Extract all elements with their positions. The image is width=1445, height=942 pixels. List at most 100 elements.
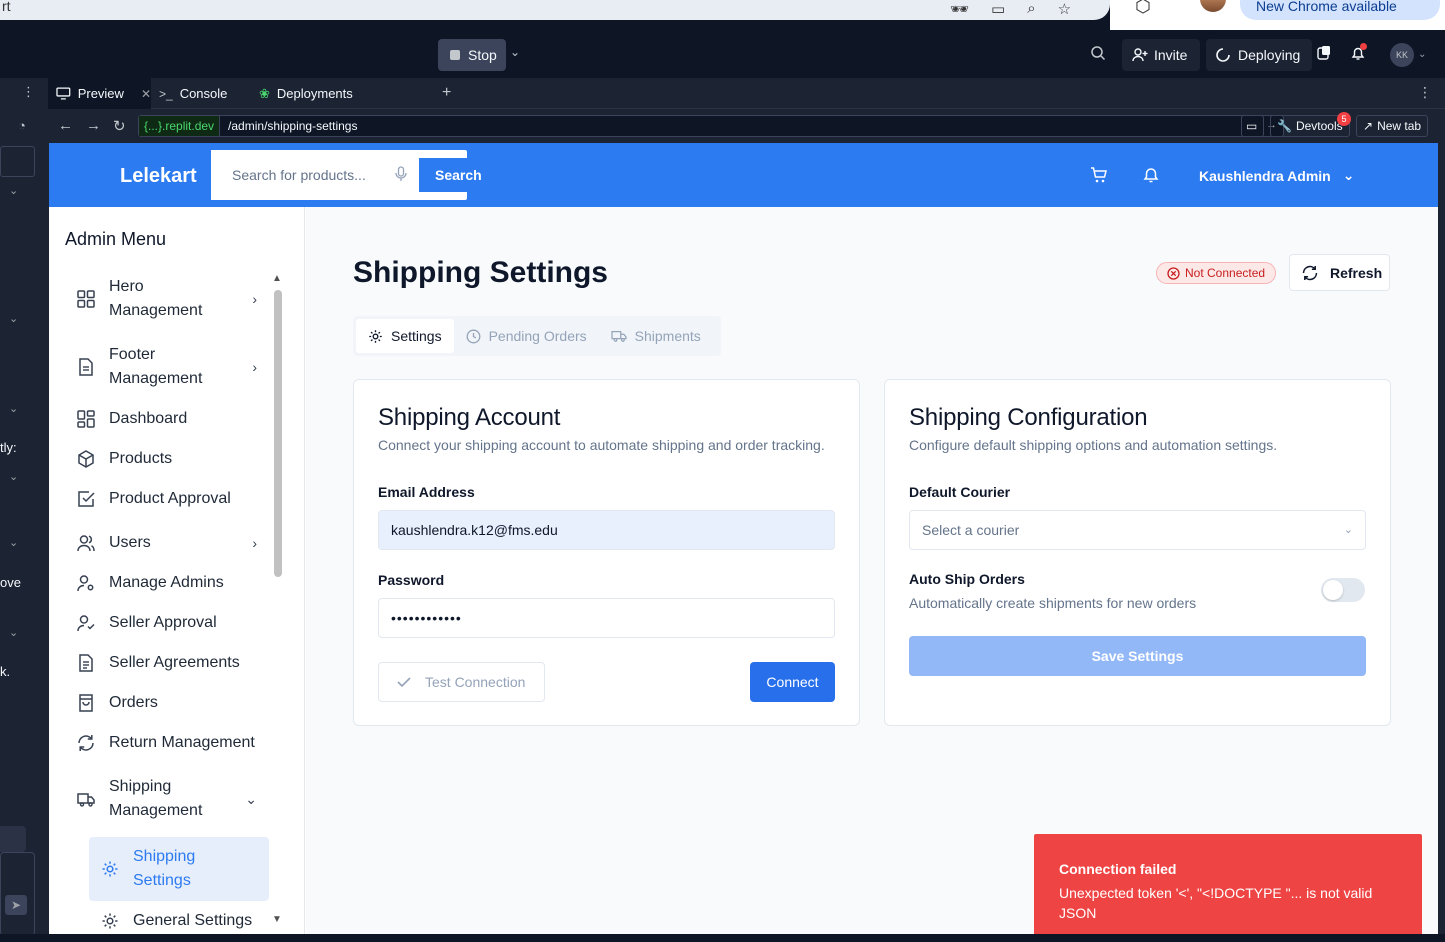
scroll-up-arrow[interactable]: ▲ <box>272 273 282 284</box>
new-chrome-label: New Chrome available <box>1256 0 1397 14</box>
sidebar-item-dashboard[interactable]: Dashboard <box>65 401 269 437</box>
user-avatar[interactable]: KK <box>1390 43 1414 67</box>
user-menu[interactable]: Kaushlendra Admin ⌄ <box>1199 167 1354 184</box>
tab-deployments[interactable]: ❀ Deployments <box>251 78 381 109</box>
close-icon[interactable]: ✕ <box>141 87 151 101</box>
password-field[interactable]: •••••••••••• <box>378 598 835 638</box>
url-path: /admin/shipping-settings <box>228 119 358 133</box>
refresh-label: Refresh <box>1330 264 1383 281</box>
url-domain: {...}.replit.dev <box>139 116 221 136</box>
cast-icon[interactable]: ▭ <box>991 0 1005 18</box>
incognito-icon[interactable]: 🕶 <box>950 0 969 18</box>
password-label: Password <box>378 572 445 588</box>
tab-shipments[interactable]: Shipments <box>599 319 713 353</box>
sidebar-item-orders[interactable]: Orders <box>65 685 269 721</box>
email-field[interactable]: kaushlendra.k12@fms.edu <box>378 510 835 550</box>
replit-top-bar: Stop ⌄ Invite Deploying KK ⌄ <box>0 30 1445 78</box>
new-tab-label: New tab <box>1377 119 1422 133</box>
microphone-icon[interactable] <box>395 166 407 187</box>
sidebar-scrollbar[interactable] <box>274 290 282 577</box>
card-description: Configure default shipping options and a… <box>909 437 1278 453</box>
chevron-down-icon: ⌄ <box>1343 524 1353 536</box>
test-connection-button[interactable]: Test Connection <box>378 662 545 702</box>
chevron-down-icon[interactable]: ⌄ <box>1418 49 1426 60</box>
rail-text: ove <box>0 575 21 590</box>
tab-preview[interactable]: Preview ✕ <box>48 78 151 109</box>
send-icon[interactable]: ➤ <box>5 895 27 915</box>
address-bar[interactable]: rt <box>0 0 1110 20</box>
sidebar-item-users[interactable]: Users › <box>65 525 269 561</box>
zoom-icon[interactable]: ⌕ <box>1027 0 1035 18</box>
courier-select[interactable]: Select a courier ⌄ <box>909 510 1366 550</box>
more-vertical-icon[interactable]: ⋮ <box>1418 84 1432 101</box>
new-tab-button[interactable]: ↗ New tab <box>1356 115 1429 137</box>
tab-settings[interactable]: Settings <box>356 319 454 353</box>
notifications-bell-icon[interactable] <box>1350 43 1367 66</box>
tab-pending-orders[interactable]: Pending Orders <box>454 319 599 353</box>
chevron-down-icon[interactable]: ⌄ <box>9 470 18 483</box>
search-button[interactable]: Search <box>419 158 482 192</box>
sidebar-item-shipping-settings[interactable]: Shipping Settings <box>89 837 269 901</box>
auto-ship-toggle[interactable] <box>1321 578 1365 602</box>
connect-button[interactable]: Connect <box>750 662 835 702</box>
external-link-icon: ↗ <box>1363 119 1374 133</box>
cart-icon[interactable] <box>1090 166 1108 189</box>
copy-icon[interactable] <box>1316 45 1332 66</box>
tab-label: Pending Orders <box>488 328 587 344</box>
chat-input[interactable] <box>0 852 35 936</box>
bell-icon[interactable] <box>1143 166 1159 189</box>
chevron-down-icon[interactable]: ⌄ <box>9 626 18 639</box>
sidebar-item-return-management[interactable]: Return Management <box>65 725 269 761</box>
more-vertical-icon[interactable]: ⋮ <box>22 84 35 100</box>
reload-icon[interactable]: ↻ <box>113 117 126 135</box>
bookmark-star-icon[interactable]: ☆ <box>1058 0 1071 18</box>
extensions-icon[interactable]: ⬡ <box>1135 0 1151 17</box>
sidebar-item-seller-agreements[interactable]: Seller Agreements <box>65 645 269 681</box>
sidebar-item-general-settings[interactable]: General Settings <box>89 903 269 934</box>
side-input[interactable] <box>0 146 35 177</box>
add-tab-icon[interactable]: + <box>442 84 451 102</box>
courier-select-value: Select a courier <box>922 522 1020 538</box>
scroll-down-arrow[interactable]: ▼ <box>272 914 282 925</box>
sidebar-item-shipping-management[interactable]: Shipping Management ⌄ <box>65 769 269 829</box>
file-text-icon <box>79 654 93 672</box>
chevron-down-icon[interactable]: ⌄ <box>9 402 18 415</box>
toast-title: Connection failed <box>1059 861 1177 877</box>
sidebar-item-manage-admins[interactable]: Manage Admins <box>65 565 269 601</box>
courier-label: Default Courier <box>909 484 1011 500</box>
notification-dot <box>1360 43 1367 50</box>
invite-button[interactable]: Invite <box>1122 39 1200 71</box>
device-toggle-button[interactable]: ▭ <box>1241 115 1264 137</box>
sidebar-item-hero-management[interactable]: Hero Management › <box>65 269 269 329</box>
browser-chrome: rt 🕶 ▭ ⌕ ☆ ⬡ New Chrome available <box>0 0 1445 30</box>
new-chrome-available-button[interactable]: New Chrome available <box>1240 0 1440 20</box>
chevron-down-icon[interactable]: ⌄ <box>9 184 18 197</box>
chevron-down-icon[interactable]: ⌄ <box>9 536 18 549</box>
gauge-icon[interactable]: ◔ <box>18 118 26 133</box>
refresh-button[interactable]: Refresh <box>1289 254 1390 291</box>
search-input[interactable] <box>211 150 419 200</box>
deploying-button[interactable]: Deploying <box>1206 39 1312 71</box>
chevron-down-icon[interactable]: ⌄ <box>9 312 18 325</box>
save-settings-button[interactable]: Save Settings <box>909 636 1366 676</box>
stop-button[interactable]: Stop <box>438 39 506 71</box>
forward-arrow-icon[interactable]: → <box>86 117 101 134</box>
stop-icon <box>450 50 460 60</box>
user-plus-icon <box>1132 48 1148 62</box>
refresh-icon <box>1302 265 1318 280</box>
sidebar-item-seller-approval[interactable]: Seller Approval <box>65 605 269 641</box>
sidebar-item-product-approval[interactable]: Product Approval <box>65 481 269 517</box>
tab-console[interactable]: >_ Console <box>151 78 251 109</box>
check-square-icon <box>78 491 95 507</box>
preview-url-input[interactable]: {...}.replit.dev /admin/shipping-setting… <box>138 115 1284 137</box>
search-icon[interactable] <box>1090 45 1106 66</box>
sidebar-item-label: Product Approval <box>109 490 231 507</box>
sidebar-item-footer-management[interactable]: Footer Management › <box>65 337 269 397</box>
chevron-down-icon[interactable]: ⌄ <box>510 45 520 59</box>
sidebar-item-products[interactable]: Products <box>65 441 269 477</box>
sidebar-item-label: Hero Management <box>109 278 203 319</box>
back-arrow-icon[interactable]: ← <box>58 117 73 134</box>
error-toast[interactable]: Connection failed Unexpected token '<', … <box>1034 834 1422 942</box>
brand-logo[interactable]: Lelekart <box>120 165 197 188</box>
sidebar-item-label: Products <box>109 450 173 467</box>
